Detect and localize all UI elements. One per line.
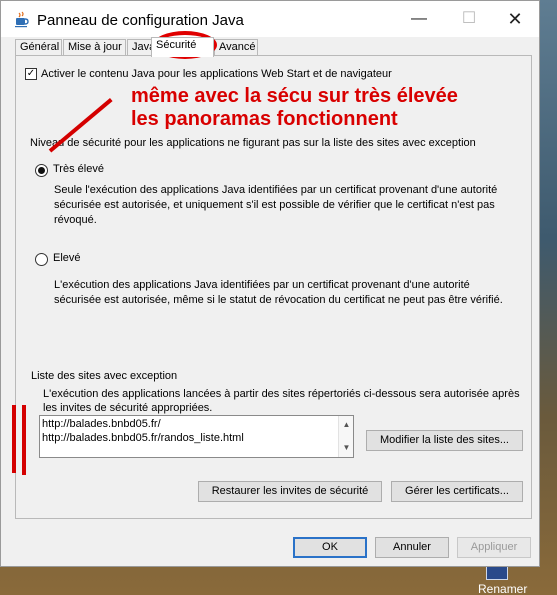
high-radio[interactable] bbox=[35, 253, 48, 266]
annotation-line-2: les panoramas fonctionnent bbox=[131, 108, 398, 130]
tab-security[interactable]: Sécurité bbox=[151, 37, 214, 57]
close-button[interactable]: ✕ bbox=[503, 7, 527, 31]
apply-button: Appliquer bbox=[457, 537, 531, 558]
modify-site-list-button[interactable]: Modifier la liste des sites... bbox=[366, 430, 523, 451]
exception-list-description: L'exécution des applications lancées à p… bbox=[43, 388, 520, 414]
tab-java[interactable]: Java bbox=[127, 39, 153, 56]
exception-list-title: Liste des sites avec exception bbox=[31, 370, 178, 382]
sites-scrollbar[interactable]: ▲ ▼ bbox=[338, 416, 353, 457]
tab-advanced[interactable]: Avancé bbox=[214, 39, 258, 56]
very-high-description: Seule l'exécution des applications Java … bbox=[54, 184, 498, 226]
tab-update[interactable]: Mise à jour bbox=[63, 39, 126, 56]
minimize-button[interactable]: — bbox=[407, 7, 431, 31]
cancel-button[interactable]: Annuler bbox=[375, 537, 449, 558]
site-item[interactable]: http://balades.bnbd05.fr/ bbox=[42, 417, 351, 431]
security-level-heading: Niveau de sécurité pour les applications… bbox=[30, 137, 476, 149]
very-high-label: Très élevé bbox=[53, 163, 104, 175]
title-bar: Panneau de configuration Java — ☐ ✕ bbox=[1, 1, 539, 37]
annotation-marker-bar bbox=[22, 405, 26, 475]
window-title: Panneau de configuration Java bbox=[37, 12, 244, 29]
high-label: Elevé bbox=[53, 252, 81, 264]
scroll-down-icon[interactable]: ▼ bbox=[339, 441, 354, 455]
desktop-icon-label[interactable]: Renamer bbox=[478, 582, 527, 595]
maximize-button[interactable]: ☐ bbox=[457, 7, 481, 31]
exception-sites-list[interactable]: http://balades.bnbd05.fr/ http://balades… bbox=[39, 415, 354, 458]
annotation-line-1: même avec la sécu sur très élevée bbox=[131, 85, 458, 107]
red-annotation-text: même avec la sécu sur très élevée les pa… bbox=[131, 85, 458, 131]
manage-certificates-button[interactable]: Gérer les certificats... bbox=[391, 481, 523, 502]
enable-java-checkbox[interactable]: ✓ bbox=[25, 68, 37, 80]
high-description: L'exécution des applications Java identi… bbox=[54, 279, 503, 306]
very-high-radio[interactable] bbox=[35, 164, 48, 177]
tab-general[interactable]: Général bbox=[15, 39, 62, 56]
annotation-marker-bar bbox=[12, 405, 16, 473]
ok-button[interactable]: OK bbox=[293, 537, 367, 558]
site-item[interactable]: http://balades.bnbd05.fr/randos_liste.ht… bbox=[42, 431, 351, 445]
scroll-up-icon[interactable]: ▲ bbox=[339, 418, 354, 432]
enable-java-label: Activer le contenu Java pour les applica… bbox=[41, 68, 392, 80]
restore-prompts-button[interactable]: Restaurer les invites de sécurité bbox=[198, 481, 382, 502]
java-cup-icon bbox=[15, 11, 29, 28]
